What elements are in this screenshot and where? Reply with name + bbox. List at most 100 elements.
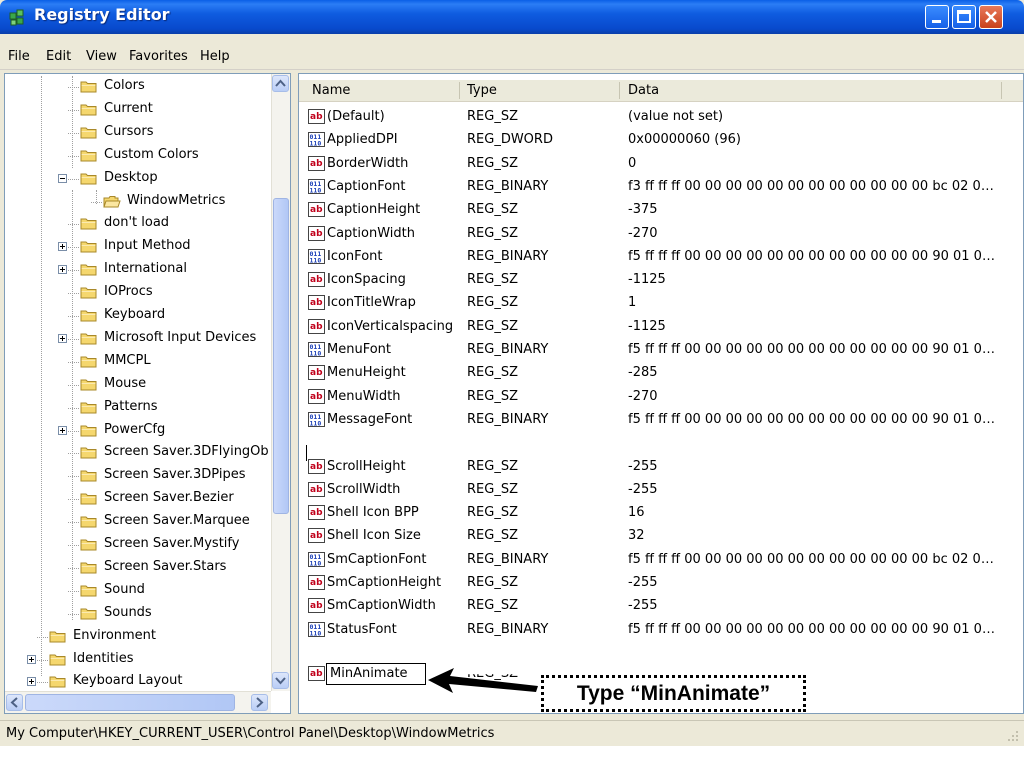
value-type: REG_SZ [467,202,518,218]
value-row[interactable]: ab SmCaptionHeight REG_SZ -255 [299,572,1023,595]
tree-item[interactable]: PowerCfg [5,420,271,442]
minimize-button[interactable] [925,5,949,29]
tree-item[interactable]: Screen Saver.Stars [5,557,271,579]
value-row[interactable]: ab CaptionHeight REG_SZ -375 [299,199,1023,222]
value-row[interactable]: ab MenuHeight REG_SZ -285 [299,362,1023,385]
tree-item[interactable]: IOProcs [5,282,271,304]
scroll-left-button[interactable] [6,694,23,711]
column-divider[interactable] [619,82,620,99]
value-row[interactable]: 011 110 SmCaptionFont REG_BINARY f5 ff ff ff… [299,549,1023,572]
tree-item[interactable]: Patterns [5,397,271,419]
tree-item[interactable]: Sound [5,580,271,602]
collapse-minus-icon[interactable] [58,173,67,183]
value-row[interactable]: 011 110 MenuFont REG_BINARY f5 ff ff ff 00 0… [299,339,1023,362]
column-divider[interactable] [1001,82,1002,99]
value-row[interactable]: ab CaptionWidth REG_SZ -270 [299,223,1023,246]
folder-icon [80,491,98,510]
binary-value-icon: 011 110 [308,411,325,431]
expand-plus-icon[interactable] [58,333,67,343]
value-type: REG_SZ [467,225,518,241]
tree-item-label: International [104,261,187,277]
tree-item[interactable]: don't load [5,213,271,235]
expand-plus-icon[interactable] [58,425,67,435]
value-data: -375 [628,202,658,218]
value-name: IconSpacing [327,272,406,288]
column-header-name[interactable]: Name [312,83,350,98]
tree-item[interactable]: Screen Saver.Mystify [5,534,271,556]
menu-help[interactable]: Help [200,49,230,64]
tree-item[interactable]: International [5,259,271,281]
rename-value-input[interactable]: MinAnimate [326,663,426,685]
tree-item[interactable]: Desktop [5,168,271,190]
expand-plus-icon[interactable] [27,654,36,664]
value-type: REG_BINARY [467,411,549,427]
close-button[interactable] [979,5,1003,29]
tree-item[interactable]: Mouse [5,374,271,396]
value-row[interactable]: ab MenuWidth REG_SZ -270 [299,386,1023,409]
tree-scroll-thumb[interactable] [273,198,289,514]
tree-item[interactable]: Cursors [5,122,271,144]
scroll-down-button[interactable] [272,672,289,689]
scroll-right-button[interactable] [251,694,268,711]
value-row[interactable]: ab IconSpacing REG_SZ -1125 [299,269,1023,292]
value-row[interactable]: ab BorderWidth REG_SZ 0 [299,153,1023,176]
expand-plus-icon[interactable] [27,677,36,687]
maximize-button[interactable] [952,5,976,29]
value-row[interactable]: 011 110 AppliedDPI REG_DWORD 0x00000060 (96) [299,129,1023,152]
value-row[interactable]: ab ScrollWidth REG_SZ -255 [299,479,1023,502]
key-tree-pane[interactable]: Colors Current Cursors Custom Colors Desktop… [4,73,291,714]
column-header-data[interactable]: Data [628,83,659,98]
folder-icon [80,606,98,625]
value-row[interactable]: ab SmCaptionWidth REG_SZ -255 [299,595,1023,618]
value-row[interactable]: 011 110 IconFont REG_BINARY f5 ff ff ff 00 0… [299,246,1023,269]
tree-item[interactable]: Identities [5,649,271,671]
tree-connector [68,613,79,615]
value-row[interactable]: ab Shell Icon Size REG_SZ 32 [299,525,1023,548]
tree-item[interactable]: Custom Colors [5,145,271,167]
value-row[interactable]: 011 110 MessageFont REG_BINARY f5 ff ff ff 0… [299,409,1023,432]
expand-plus-icon[interactable] [58,265,67,275]
tree-item[interactable]: Keyboard [5,305,271,327]
tree-vertical-scrollbar[interactable] [271,74,290,691]
resize-grip-icon[interactable] [1006,729,1020,743]
tree-item[interactable]: Input Method [5,236,271,258]
title-bar[interactable]: Registry Editor [0,0,1024,34]
menu-file[interactable]: File [8,49,30,64]
menu-view[interactable]: View [86,49,117,64]
tree-hscroll-thumb[interactable] [25,694,235,711]
tree-item[interactable]: Colors [5,76,271,98]
value-row[interactable]: ab IconTitleWrap REG_SZ 1 [299,292,1023,315]
value-name: StatusFont [327,621,397,637]
value-name: CaptionWidth [327,225,415,241]
column-header-type[interactable]: Type [467,83,497,98]
tree-horizontal-scrollbar[interactable] [5,691,271,713]
menu-edit[interactable]: Edit [46,49,71,64]
value-row[interactable]: 011 110 CaptionFont REG_BINARY f3 ff ff ff 0… [299,176,1023,199]
tree-item[interactable]: Current [5,99,271,121]
tree-item[interactable]: Environment [5,626,271,648]
tree-item[interactable]: Sounds [5,603,271,625]
tree-item[interactable]: Microsoft Input Devices [5,328,271,350]
tree-item[interactable]: Screen Saver.3DPipes [5,465,271,487]
values-list-pane[interactable]: Name Type Data ab (Default) REG_SZ (value n… [298,73,1024,714]
tree-item[interactable]: WindowMetrics [5,191,271,213]
tree-item[interactable]: MMCPL [5,351,271,373]
tree-item[interactable]: Screen Saver.3DFlyingOb [5,442,271,464]
binary-value-icon: 011 110 [308,551,325,571]
value-row[interactable]: ab Shell Icon BPP REG_SZ 16 [299,502,1023,525]
value-row[interactable]: 011 110 StatusFont REG_BINARY f5 ff ff ff 00… [299,619,1023,642]
column-divider[interactable] [459,82,460,99]
expand-plus-icon[interactable] [58,242,67,252]
tree-item[interactable]: Screen Saver.Bezier [5,488,271,510]
value-row[interactable]: ab (Default) REG_SZ (value not set) [299,106,1023,129]
tree-connector [68,384,79,386]
scroll-up-button[interactable] [272,75,289,92]
menu-favorites[interactable]: Favorites [129,49,188,64]
tree-item[interactable]: Screen Saver.Marquee [5,511,271,533]
tree-item-label: Microsoft Input Devices [104,329,257,345]
status-bar: My Computer\HKEY_CURRENT_USER\Control Pa… [0,720,1024,746]
string-value-icon: ab [308,598,325,617]
value-row[interactable]: ab IconVerticalspacing REG_SZ -1125 [299,316,1023,339]
value-row[interactable]: ab ScrollHeight REG_SZ -255 [299,456,1023,479]
folder-icon [80,79,98,98]
